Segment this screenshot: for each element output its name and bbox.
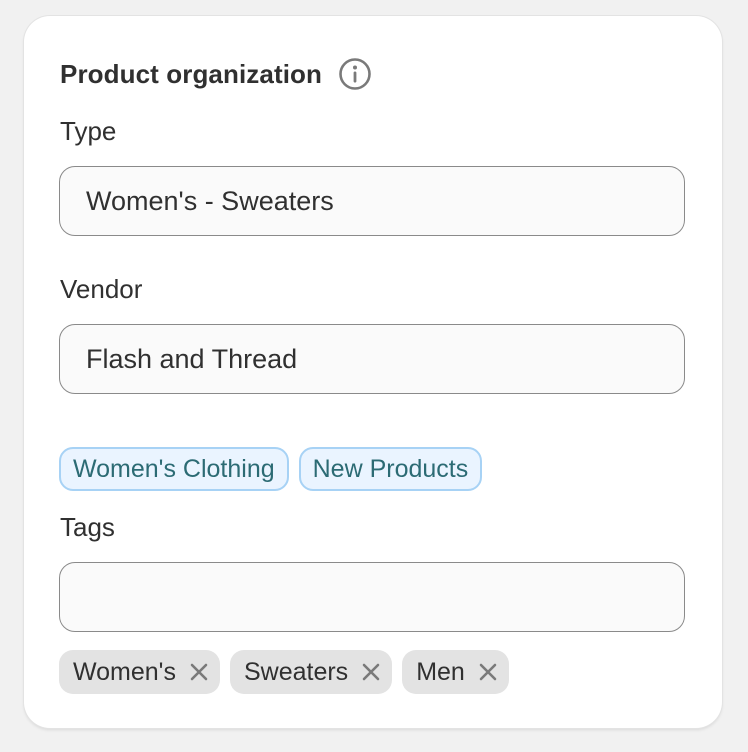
type-label: Type (60, 116, 117, 146)
card-header: Product organization (60, 56, 372, 92)
suggested-tag-new-products[interactable]: New Products (298, 447, 483, 491)
suggested-tag-womens-clothing[interactable]: Women's Clothing (59, 447, 289, 491)
tag-label: Sweaters (243, 657, 349, 686)
close-icon[interactable] (188, 661, 210, 683)
tags-label: Tags (60, 512, 115, 542)
applied-tags: Women's Sweaters Men (59, 650, 509, 694)
tag-label: Men (416, 657, 465, 686)
tag-chip: Sweaters (229, 650, 393, 694)
tag-label: Women's (73, 657, 176, 686)
tag-chip: Men (402, 650, 509, 694)
info-icon[interactable] (338, 57, 372, 91)
type-input[interactable] (59, 166, 685, 236)
vendor-label: Vendor (60, 274, 143, 304)
tag-chip: Women's (59, 650, 220, 694)
suggested-tags: Women's Clothing New Products (59, 447, 483, 491)
tags-input[interactable] (59, 562, 685, 632)
product-organization-card: Product organization Type Vendor Women's… (24, 16, 722, 728)
vendor-input[interactable] (59, 324, 685, 394)
close-icon[interactable] (477, 661, 499, 683)
close-icon[interactable] (360, 661, 382, 683)
card-title: Product organization (60, 58, 322, 89)
